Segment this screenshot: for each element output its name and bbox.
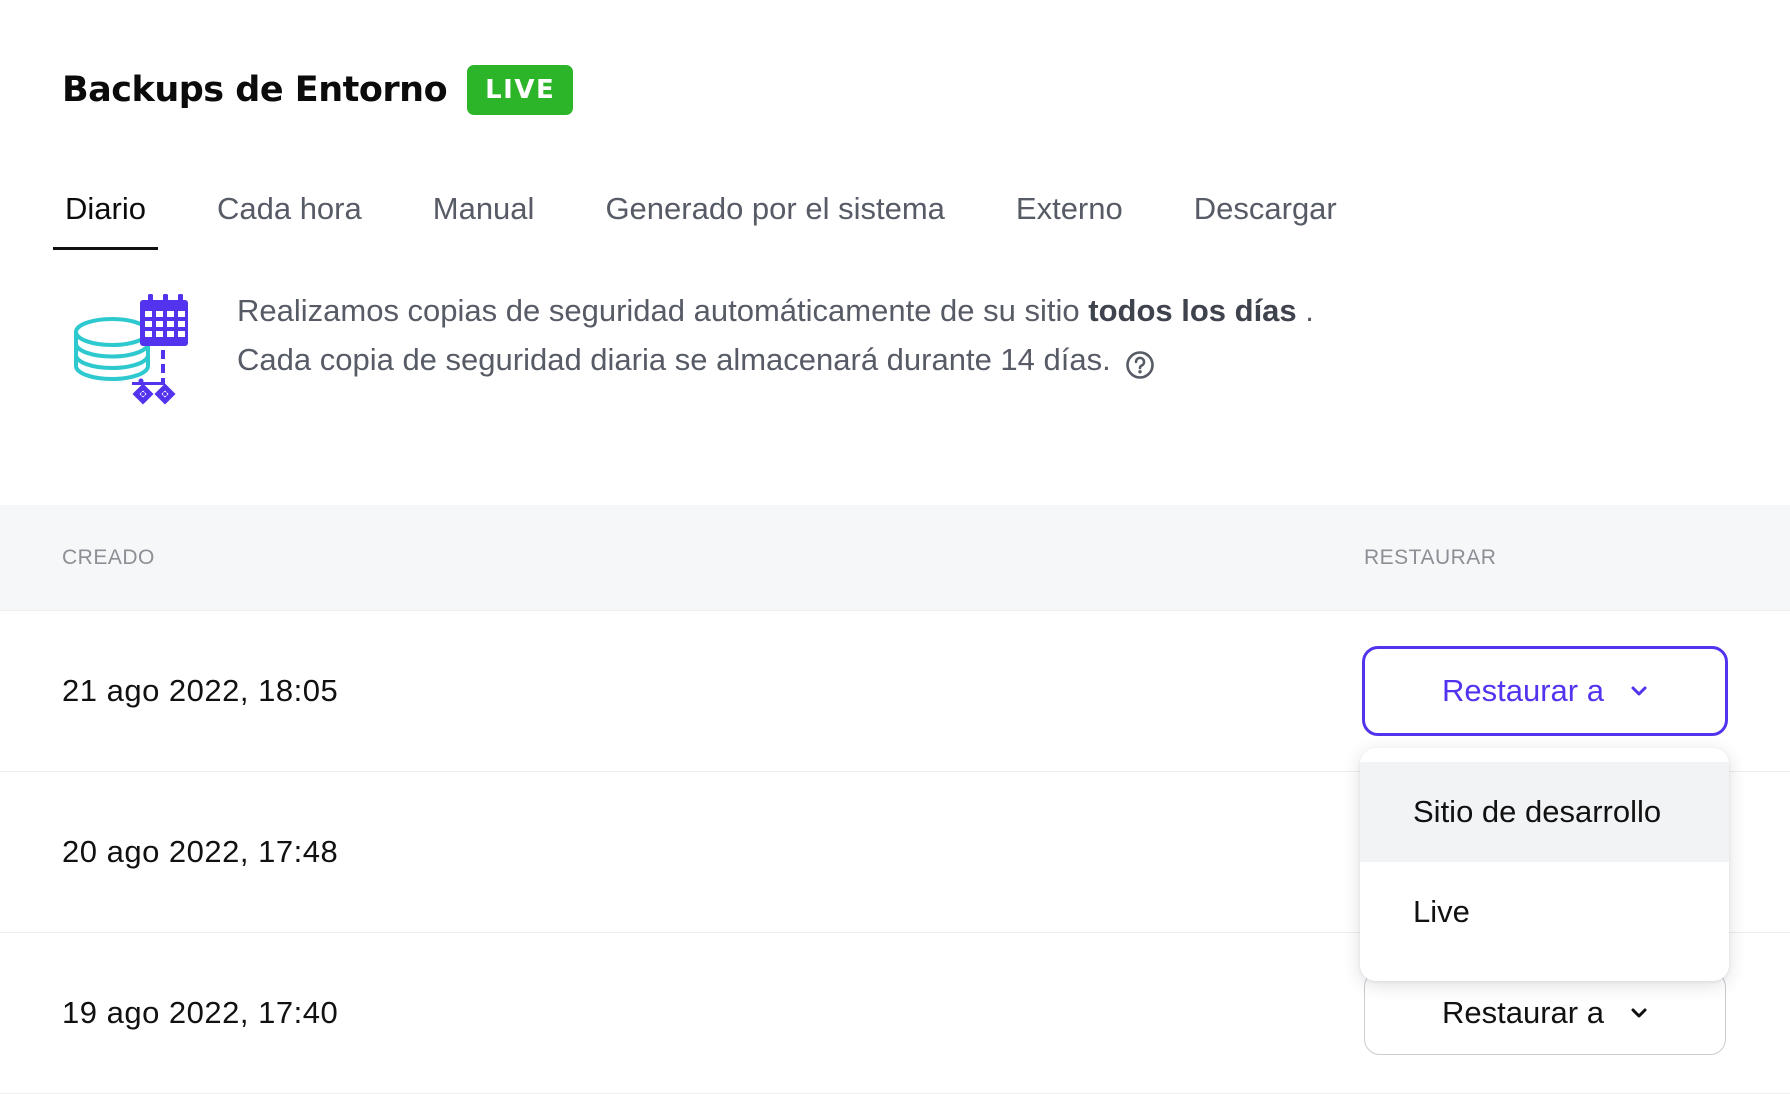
restore-to-button[interactable]: Restaurar a: [1362, 646, 1728, 736]
column-header-created: CREADO: [62, 546, 155, 569]
info-line-1: Realizamos copias de seguridad automátic…: [237, 286, 1314, 335]
restore-to-button[interactable]: Restaurar a: [1364, 971, 1726, 1055]
tab-manual[interactable]: Manual: [421, 180, 547, 250]
info-line-1-suffix: .: [1296, 293, 1314, 328]
retention-text: Cada copia de seguridad diaria se almace…: [237, 342, 1111, 377]
restore-button-label: Restaurar a: [1442, 673, 1604, 708]
restore-target-dropdown: Sitio de desarrollo Live: [1360, 748, 1729, 981]
dropdown-option-live[interactable]: Live: [1360, 862, 1729, 962]
tab-cada-hora[interactable]: Cada hora: [205, 180, 374, 250]
backups-table-header: CREADO RESTAURAR: [0, 505, 1790, 611]
dropdown-option-development-site[interactable]: Sitio de desarrollo: [1360, 762, 1729, 862]
environment-badge: LIVE: [467, 65, 574, 115]
restore-button-label: Restaurar a: [1442, 995, 1604, 1030]
backup-date: 19 ago 2022, 17:40: [62, 995, 339, 1030]
page-header: Backups de Entorno LIVE: [62, 64, 574, 116]
tab-generado-por-el-sistema[interactable]: Generado por el sistema: [593, 180, 956, 250]
backups-page: Backups de Entorno LIVE Diario Cada hora…: [0, 0, 1790, 1094]
tab-externo[interactable]: Externo: [1004, 180, 1135, 250]
info-line-1-prefix: Realizamos copias de seguridad automátic…: [237, 293, 1089, 328]
backup-date: 20 ago 2022, 17:48: [62, 834, 339, 869]
question-circle-icon[interactable]: [1125, 345, 1155, 379]
info-line-2: Cada copia de seguridad diaria se almace…: [237, 335, 1314, 384]
chevron-down-icon: [1630, 685, 1648, 697]
tab-descargar[interactable]: Descargar: [1182, 180, 1349, 250]
info-line-1-bold: todos los días: [1088, 293, 1297, 328]
backup-type-tabs: Diario Cada hora Manual Generado por el …: [53, 180, 1396, 250]
tab-diario[interactable]: Diario: [53, 180, 158, 250]
page-title: Backups de Entorno: [62, 70, 448, 110]
database-calendar-icon: [72, 292, 196, 414]
chevron-down-icon: [1630, 1007, 1648, 1019]
column-header-restore: RESTAURAR: [1364, 546, 1497, 569]
backup-info-text: Realizamos copias de seguridad automátic…: [237, 286, 1314, 384]
backup-date: 21 ago 2022, 18:05: [62, 673, 339, 708]
